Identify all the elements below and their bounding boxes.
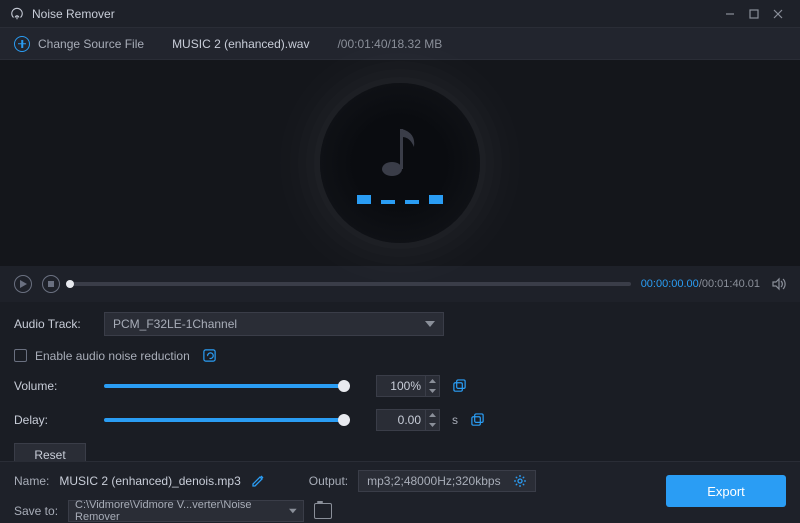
change-source-button[interactable]: Change Source File bbox=[14, 36, 144, 52]
delay-step-up[interactable] bbox=[426, 410, 439, 420]
volume-input[interactable]: 100% bbox=[376, 375, 440, 397]
delay-label: Delay: bbox=[14, 413, 92, 427]
volume-step-up[interactable] bbox=[426, 376, 439, 386]
maximize-button[interactable] bbox=[742, 2, 766, 26]
edit-name-icon[interactable] bbox=[251, 474, 265, 488]
delay-apply-all-icon[interactable] bbox=[470, 413, 485, 428]
chevron-down-icon bbox=[425, 319, 435, 329]
music-note-icon bbox=[380, 123, 420, 179]
equalizer-icon bbox=[357, 195, 443, 204]
delay-slider[interactable] bbox=[104, 418, 344, 422]
output-label: Output: bbox=[309, 474, 348, 488]
footer-bar: Name: MUSIC 2 (enhanced)_denois.mp3 Outp… bbox=[0, 461, 800, 523]
saveto-label: Save to: bbox=[14, 504, 58, 518]
play-button[interactable] bbox=[14, 275, 32, 293]
name-label: Name: bbox=[14, 474, 49, 488]
volume-value: 100% bbox=[377, 379, 425, 393]
audio-track-value: PCM_F32LE-1Channel bbox=[113, 317, 237, 331]
audio-track-label: Audio Track: bbox=[14, 317, 92, 331]
duration-time: 00:01:40.01 bbox=[702, 278, 760, 290]
change-source-label: Change Source File bbox=[38, 37, 144, 51]
delay-unit: s bbox=[452, 413, 458, 427]
transport-bar: 00:00:00.00/00:01:40.01 bbox=[0, 266, 800, 302]
name-value: MUSIC 2 (enhanced)_denois.mp3 bbox=[59, 474, 240, 488]
volume-slider[interactable] bbox=[104, 384, 344, 388]
close-button[interactable] bbox=[766, 2, 790, 26]
plus-icon bbox=[14, 36, 30, 52]
time-display: 00:00:00.00/00:01:40.01 bbox=[641, 278, 760, 290]
volume-icon[interactable] bbox=[770, 276, 786, 292]
output-value: mp3;2;48000Hz;320kbps bbox=[367, 474, 500, 488]
delay-step-down[interactable] bbox=[426, 420, 439, 430]
output-format-box: mp3;2;48000Hz;320kbps bbox=[358, 470, 535, 492]
minimize-button[interactable] bbox=[718, 2, 742, 26]
noise-refresh-icon[interactable] bbox=[202, 348, 217, 363]
stop-button[interactable] bbox=[42, 275, 60, 293]
audio-disc bbox=[320, 83, 480, 243]
volume-apply-all-icon[interactable] bbox=[452, 379, 467, 394]
title-bar: Noise Remover bbox=[0, 0, 800, 28]
settings-panel: Audio Track: PCM_F32LE-1Channel Enable a… bbox=[0, 302, 800, 485]
source-file-info: /00:01:40/18.32 MB bbox=[337, 37, 442, 51]
app-logo-icon bbox=[10, 7, 24, 21]
app-title: Noise Remover bbox=[32, 7, 115, 21]
source-file-name: MUSIC 2 (enhanced).wav bbox=[172, 37, 309, 51]
delay-input[interactable]: 0.00 bbox=[376, 409, 440, 431]
volume-label: Volume: bbox=[14, 379, 92, 393]
preview-area bbox=[0, 60, 800, 266]
delay-value: 0.00 bbox=[377, 413, 425, 427]
noise-reduction-label: Enable audio noise reduction bbox=[35, 349, 190, 363]
saveto-select[interactable]: C:\Vidmore\Vidmore V...verter\Noise Remo… bbox=[68, 500, 304, 522]
export-button[interactable]: Export bbox=[666, 475, 786, 507]
chevron-down-icon bbox=[289, 507, 297, 515]
volume-step-down[interactable] bbox=[426, 386, 439, 396]
open-folder-button[interactable] bbox=[314, 503, 332, 519]
audio-track-select[interactable]: PCM_F32LE-1Channel bbox=[104, 312, 444, 336]
saveto-value: C:\Vidmore\Vidmore V...verter\Noise Remo… bbox=[75, 499, 289, 523]
noise-reduction-checkbox[interactable]: Enable audio noise reduction bbox=[14, 349, 190, 363]
current-time: 00:00:00.00 bbox=[641, 278, 699, 290]
header-bar: Change Source File MUSIC 2 (enhanced).wa… bbox=[0, 28, 800, 60]
output-settings-icon[interactable] bbox=[513, 474, 527, 488]
seek-slider[interactable] bbox=[70, 282, 631, 286]
